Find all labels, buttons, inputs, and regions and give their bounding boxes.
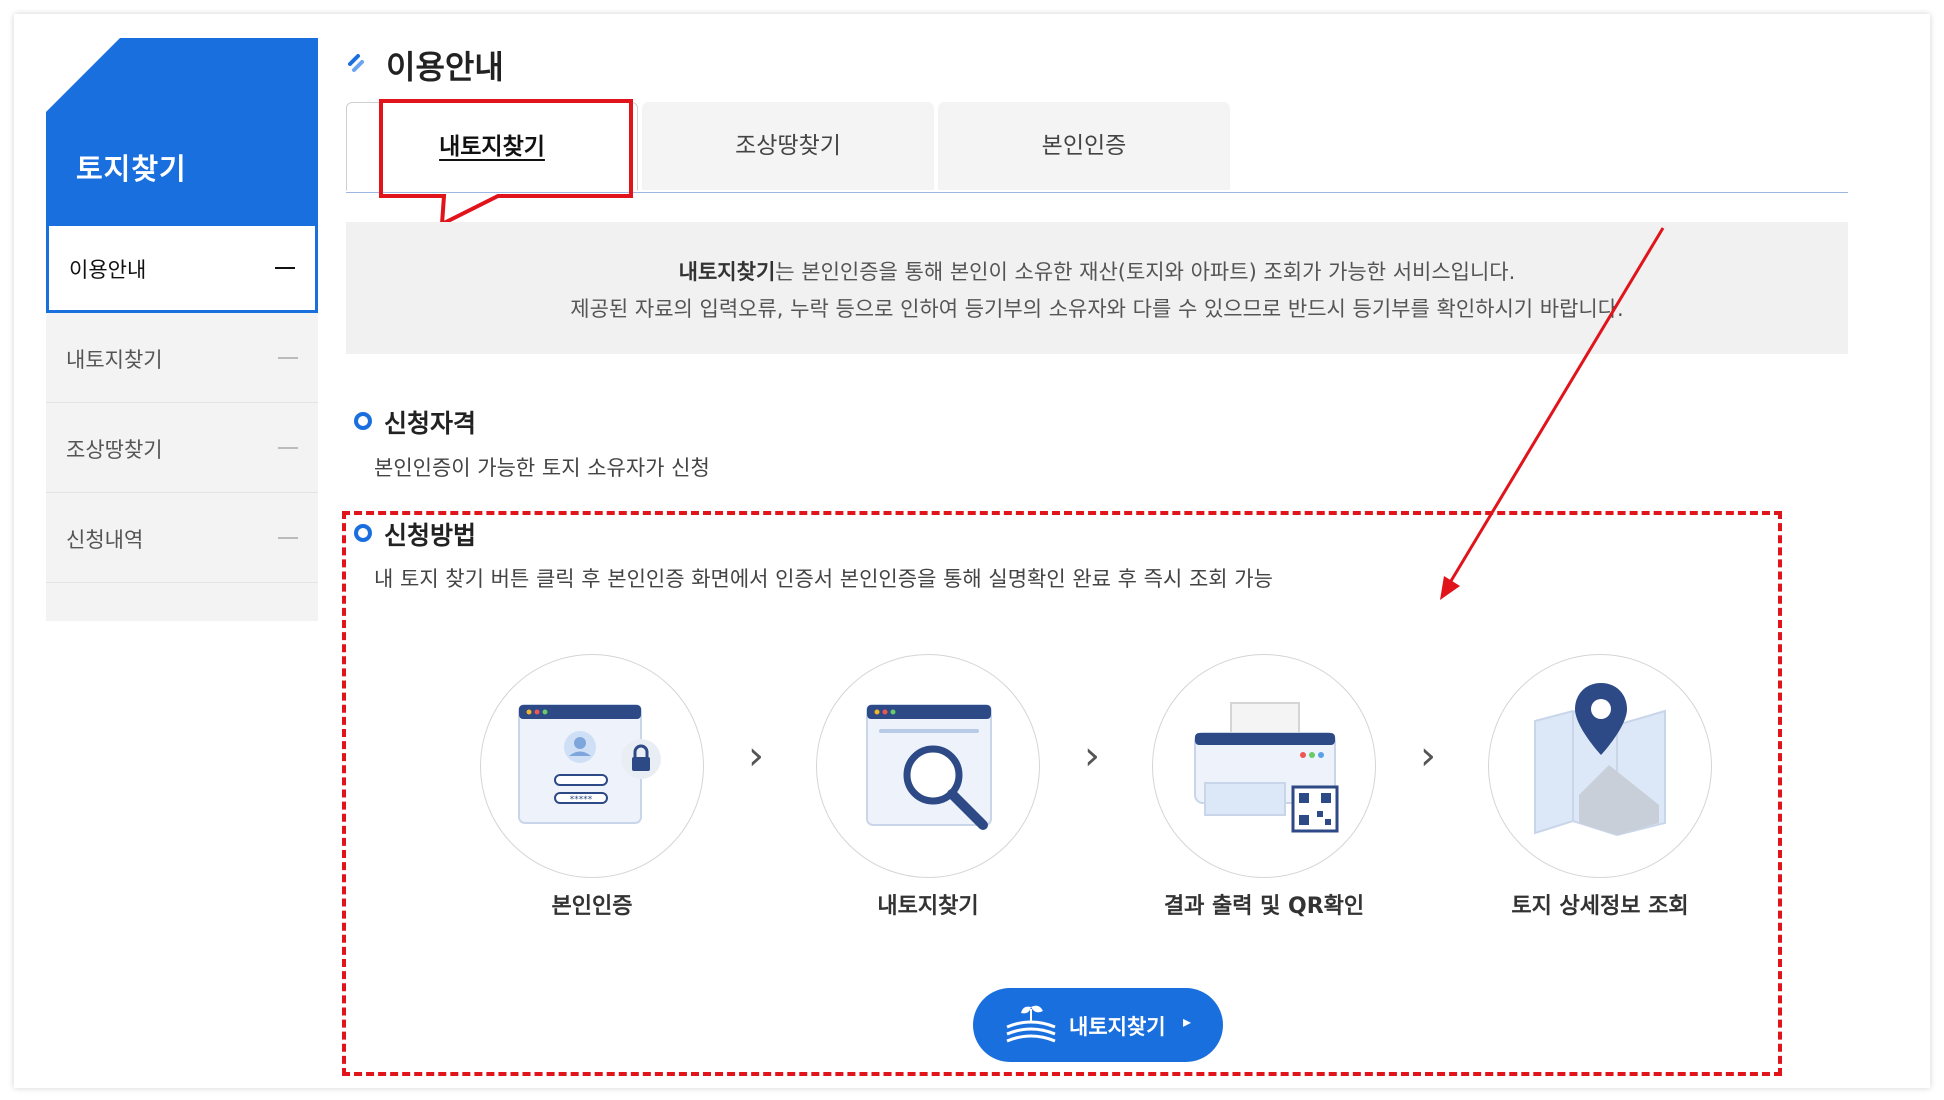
- sidebar-item-ancestor-land[interactable]: 조상땅찾기: [46, 403, 318, 493]
- step-4-label: 토지 상세정보 조회: [1511, 894, 1689, 919]
- map-pin-icon: [1534, 683, 1666, 837]
- tab-identity-verification[interactable]: 본인인증: [938, 102, 1230, 190]
- sidebar-item-label: 조상땅찾기: [66, 438, 163, 462]
- magnifier-window-icon: [866, 704, 992, 830]
- sidebar-filler: [46, 583, 318, 621]
- minus-icon: [278, 357, 298, 359]
- sidebar-item-application-history[interactable]: 신청내역: [46, 493, 318, 583]
- sidebar-item-label: 신청내역: [66, 528, 144, 552]
- sidebar-item-my-land[interactable]: 내토지찾기: [46, 313, 318, 403]
- sidebar-item-label: 이용안내: [69, 258, 147, 282]
- tab-label: 본인인증: [1041, 133, 1127, 159]
- land-sprout-icon: [1006, 1005, 1056, 1043]
- bullet-icon: [354, 412, 372, 430]
- minus-icon: [278, 537, 298, 539]
- sidebar-item-label: 내토지찾기: [66, 348, 163, 372]
- step-1-circle: *****: [480, 654, 704, 878]
- chevron-right-icon: ›: [1420, 733, 1436, 779]
- sidebar-header: 토지찾기: [46, 38, 318, 223]
- sidebar: 토지찾기 이용안내 내토지찾기 조상땅찾기 신청내역: [46, 38, 318, 621]
- step-4-circle: [1488, 654, 1712, 878]
- step-2-circle: [816, 654, 1040, 878]
- bullet-icon: [354, 524, 372, 542]
- qualification-title: 신청자격: [384, 409, 477, 438]
- method-desc: 내 토지 찾기 버튼 클릭 후 본인인증 화면에서 인증서 본인인증을 통해 실…: [374, 567, 1273, 591]
- svg-text:*****: *****: [570, 795, 593, 805]
- cta-arrow-icon: ▸: [1183, 1012, 1192, 1031]
- sidebar-header-title: 토지찾기: [76, 152, 187, 186]
- step-1-label: 본인인증: [551, 894, 633, 919]
- step-3-label: 결과 출력 및 QR확인: [1163, 894, 1365, 919]
- notice-line-1-text: 는 본인인증을 통해 본인이 소유한 재산(토지와 아파트) 조회가 가능한 서…: [775, 260, 1516, 284]
- tab-ancestor-land[interactable]: 조상땅찾기: [642, 102, 934, 190]
- notice-line-2: 제공된 자료의 입력오류, 누락 등으로 인하여 등기부의 소유자와 다를 수 …: [570, 297, 1624, 321]
- login-lock-icon: *****: [518, 704, 661, 824]
- find-my-land-button[interactable]: 내토지찾기 ▸: [973, 988, 1223, 1062]
- minus-icon: [278, 447, 298, 449]
- page-title: 이용안내: [386, 48, 504, 86]
- sidebar-item-usage-guide[interactable]: 이용안내: [46, 223, 318, 313]
- notice-bold: 내토지찾기: [678, 260, 776, 284]
- step-2-label: 내토지찾기: [877, 894, 979, 919]
- notice-box: 내토지찾기는 본인인증을 통해 본인이 소유한 재산(토지와 아파트) 조회가 …: [346, 222, 1848, 354]
- tab-label: 조상땅찾기: [735, 133, 841, 159]
- cta-label: 내토지찾기: [1069, 1015, 1166, 1039]
- title-slash-icon: [348, 54, 364, 72]
- qualification-desc: 본인인증이 가능한 토지 소유자가 신청: [374, 456, 710, 480]
- printer-qr-icon: [1194, 702, 1339, 833]
- minus-icon: [275, 267, 295, 269]
- callout-highlight: [379, 99, 633, 228]
- step-3-circle: [1152, 654, 1376, 878]
- chevron-right-icon: ›: [748, 733, 764, 779]
- method-title: 신청방법: [384, 521, 477, 550]
- notice-line-1: 내토지찾기는 본인인증을 통해 본인이 소유한 재산(토지와 아파트) 조회가 …: [346, 256, 1848, 286]
- chevron-right-icon: ›: [1084, 733, 1100, 779]
